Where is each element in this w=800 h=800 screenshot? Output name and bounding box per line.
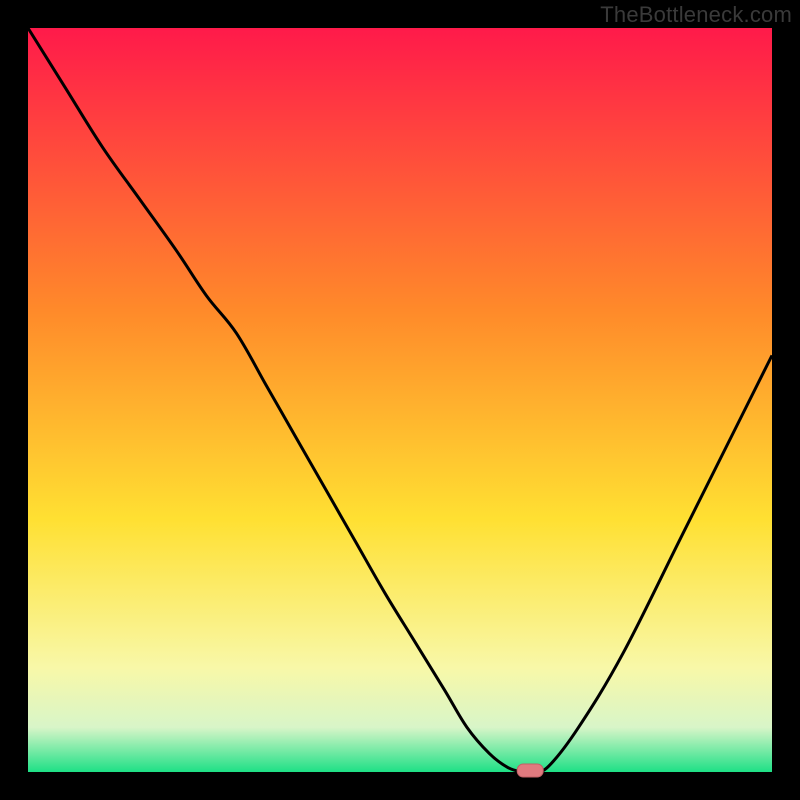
chart-frame: TheBottleneck.com [0,0,800,800]
bottleneck-chart [0,0,800,800]
watermark-text: TheBottleneck.com [600,2,792,28]
optimal-marker [517,764,543,777]
plot-area [28,28,772,772]
